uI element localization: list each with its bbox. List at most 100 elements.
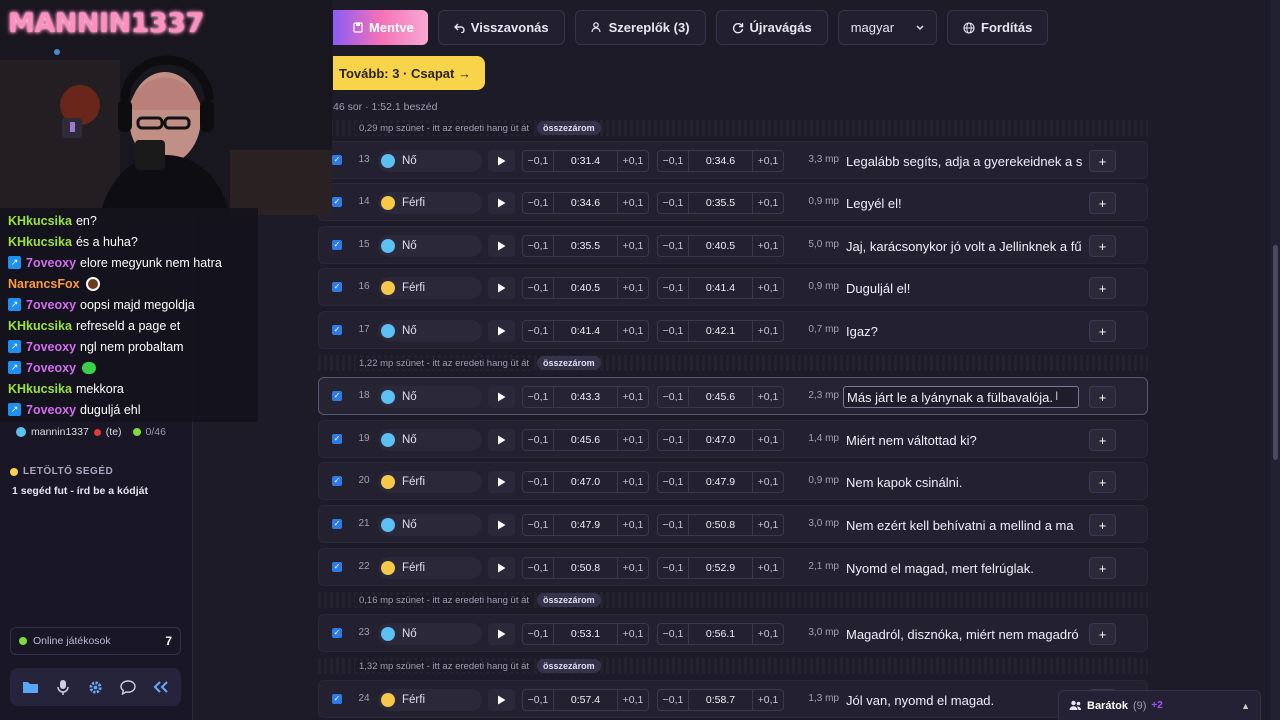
start-plus-button[interactable]: +0,1: [618, 694, 648, 706]
add-line-button[interactable]: +: [1089, 557, 1116, 579]
start-time[interactable]: 0:41.4: [553, 321, 618, 341]
dialogue-text-input[interactable]: Igaz?: [846, 320, 1082, 342]
start-plus-button[interactable]: +0,1: [618, 240, 648, 252]
end-minus-button[interactable]: −0,1: [658, 197, 688, 209]
start-plus-button[interactable]: +0,1: [618, 197, 648, 209]
play-button[interactable]: [488, 471, 515, 493]
start-plus-button[interactable]: +0,1: [618, 562, 648, 574]
add-line-button[interactable]: +: [1089, 386, 1116, 408]
end-time[interactable]: 0:40.5: [688, 236, 753, 256]
play-button[interactable]: [488, 386, 515, 408]
end-time[interactable]: 0:45.6: [688, 387, 753, 407]
row-checkbox[interactable]: ✓: [332, 562, 342, 572]
start-plus-button[interactable]: +0,1: [618, 628, 648, 640]
end-time[interactable]: 0:50.8: [688, 515, 753, 535]
end-plus-button[interactable]: +0,1: [753, 282, 783, 294]
start-minus-button[interactable]: −0,1: [523, 325, 553, 337]
play-button[interactable]: [488, 320, 515, 342]
add-line-button[interactable]: +: [1089, 320, 1116, 342]
language-select[interactable]: magyar: [837, 10, 938, 45]
end-plus-button[interactable]: +0,1: [753, 155, 783, 167]
speaker-select[interactable]: Nő: [378, 235, 482, 257]
end-plus-button[interactable]: +0,1: [753, 325, 783, 337]
play-button[interactable]: [488, 235, 515, 257]
end-time[interactable]: 0:47.0: [688, 430, 753, 450]
start-time[interactable]: 0:50.8: [553, 558, 618, 578]
end-time[interactable]: 0:34.6: [688, 151, 753, 171]
end-time[interactable]: 0:58.7: [688, 690, 753, 710]
start-time[interactable]: 0:43.3: [553, 387, 618, 407]
next-step-button[interactable]: Tovább: 3 · Csapat →: [333, 56, 485, 90]
end-plus-button[interactable]: +0,1: [753, 391, 783, 403]
add-line-button[interactable]: +: [1089, 150, 1116, 172]
start-time[interactable]: 0:57.4: [553, 690, 618, 710]
end-minus-button[interactable]: −0,1: [658, 325, 688, 337]
dialogue-text-input[interactable]: Jól van, nyomd el magad.: [846, 689, 1082, 711]
dialogue-text-input[interactable]: Nem ezért kell behívatni a mellind a ma: [846, 514, 1082, 536]
dialogue-text-input[interactable]: Nem kapok csinálni.: [846, 471, 1082, 493]
row-checkbox[interactable]: ✓: [332, 391, 342, 401]
end-minus-button[interactable]: −0,1: [658, 476, 688, 488]
row-checkbox[interactable]: ✓: [332, 434, 342, 444]
row-checkbox[interactable]: ✓: [332, 694, 342, 704]
play-button[interactable]: [488, 623, 515, 645]
start-time[interactable]: 0:31.4: [553, 151, 618, 171]
row-checkbox[interactable]: ✓: [332, 325, 342, 335]
row-checkbox[interactable]: ✓: [332, 240, 342, 250]
start-plus-button[interactable]: +0,1: [618, 519, 648, 531]
end-minus-button[interactable]: −0,1: [658, 155, 688, 167]
collapse-gap-button[interactable]: összezárom: [537, 356, 601, 370]
start-time[interactable]: 0:34.6: [553, 193, 618, 213]
end-time[interactable]: 0:35.5: [688, 193, 753, 213]
row-checkbox[interactable]: ✓: [332, 519, 342, 529]
play-button[interactable]: [488, 150, 515, 172]
play-button[interactable]: [488, 514, 515, 536]
start-minus-button[interactable]: −0,1: [523, 562, 553, 574]
speaker-select[interactable]: Nő: [378, 429, 482, 451]
play-button[interactable]: [488, 689, 515, 711]
end-minus-button[interactable]: −0,1: [658, 694, 688, 706]
start-plus-button[interactable]: +0,1: [618, 391, 648, 403]
start-time[interactable]: 0:40.5: [553, 278, 618, 298]
add-line-button[interactable]: +: [1089, 471, 1116, 493]
play-button[interactable]: [488, 192, 515, 214]
online-players[interactable]: Online játékosok 7: [10, 627, 181, 655]
start-minus-button[interactable]: −0,1: [523, 628, 553, 640]
undo-button[interactable]: Visszavonás: [437, 10, 565, 45]
play-button[interactable]: [488, 429, 515, 451]
end-plus-button[interactable]: +0,1: [753, 240, 783, 252]
start-minus-button[interactable]: −0,1: [523, 155, 553, 167]
row-checkbox[interactable]: ✓: [332, 282, 342, 292]
end-time[interactable]: 0:41.4: [688, 278, 753, 298]
dialogue-text-input[interactable]: Jaj, karácsonykor jó volt a Jellinknek a…: [846, 235, 1082, 257]
speaker-select[interactable]: Nő: [378, 320, 482, 342]
start-minus-button[interactable]: −0,1: [523, 476, 553, 488]
collapse-gap-button[interactable]: összezárom: [537, 593, 601, 607]
start-minus-button[interactable]: −0,1: [523, 282, 553, 294]
end-time[interactable]: 0:42.1: [688, 321, 753, 341]
start-time[interactable]: 0:45.6: [553, 430, 618, 450]
start-minus-button[interactable]: −0,1: [523, 519, 553, 531]
actors-button[interactable]: Szereplők (3): [574, 10, 706, 45]
end-plus-button[interactable]: +0,1: [753, 562, 783, 574]
row-checkbox[interactable]: ✓: [332, 155, 342, 165]
speaker-select[interactable]: Férfi: [378, 557, 482, 579]
end-minus-button[interactable]: −0,1: [658, 519, 688, 531]
add-line-button[interactable]: +: [1089, 514, 1116, 536]
start-time[interactable]: 0:47.9: [553, 515, 618, 535]
collapse-sidebar-icon[interactable]: [148, 674, 174, 700]
start-time[interactable]: 0:47.0: [553, 472, 618, 492]
speaker-select[interactable]: Férfi: [378, 471, 482, 493]
add-line-button[interactable]: +: [1089, 235, 1116, 257]
end-minus-button[interactable]: −0,1: [658, 562, 688, 574]
dialogue-text-input[interactable]: Miért nem váltottad ki?: [846, 429, 1082, 451]
dialogue-text-input[interactable]: Legalább segíts, adja a gyerekeidnek a s: [846, 150, 1082, 172]
start-minus-button[interactable]: −0,1: [523, 434, 553, 446]
speaker-select[interactable]: Férfi: [378, 689, 482, 711]
play-button[interactable]: [488, 277, 515, 299]
start-plus-button[interactable]: +0,1: [618, 155, 648, 167]
speaker-select[interactable]: Nő: [378, 386, 482, 408]
recut-button[interactable]: Újravágás: [715, 10, 828, 45]
add-line-button[interactable]: +: [1089, 429, 1116, 451]
end-plus-button[interactable]: +0,1: [753, 519, 783, 531]
